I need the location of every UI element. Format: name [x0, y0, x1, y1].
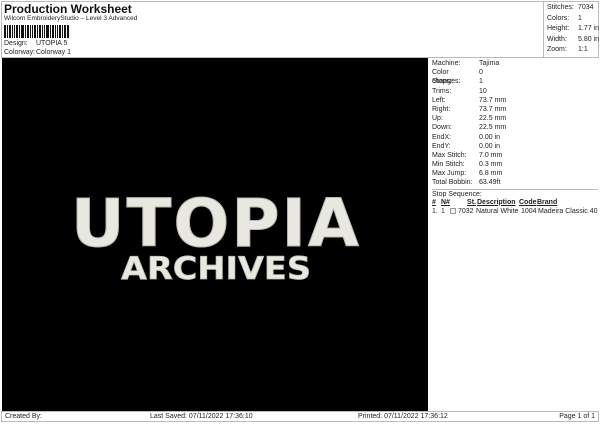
info-label: Down:	[432, 124, 452, 132]
info-label: EndY:	[432, 142, 451, 150]
software-subtitle: Wilcom EmbroideryStudio – Level 3 Advanc…	[4, 15, 138, 22]
page-number: Page 1 of 1	[559, 413, 595, 420]
info-value: 7.0 mm	[479, 151, 503, 159]
stat-label: Stitches:	[547, 4, 574, 11]
stat-value: 1	[578, 14, 582, 22]
info-value: 63.49ft	[479, 179, 501, 187]
info-row: Stops: 1	[432, 77, 598, 86]
embroidery-design: UTOPIA ARCHIVES	[71, 185, 360, 288]
design-label: Design:	[4, 40, 28, 47]
row-needle: 1	[441, 207, 445, 215]
footer: Created By: Last Saved: 07/11/2022 17:36…	[1, 411, 599, 422]
info-row: Total Bobbin: 63.49ft	[432, 178, 598, 187]
info-label: Right:	[432, 105, 451, 113]
stop-sequence-title: Stop Sequence:	[432, 188, 598, 198]
info-label: Color changes:	[432, 69, 461, 86]
info-row: EndX: 0.00 in	[432, 133, 598, 142]
info-value: 1	[479, 78, 483, 86]
last-saved: Last Saved: 07/11/2022 17:36:10	[150, 413, 253, 420]
info-label: Total Bobbin:	[432, 179, 473, 187]
machine-info-panel: Machine: Tajima Color changes: 0 Stops: 1 Trim…	[430, 58, 598, 216]
info-row: Min Stitch: 0.3 mm	[432, 160, 598, 169]
info-row: Max Stitch: 7.0 mm	[432, 151, 598, 160]
column-header: St.	[467, 198, 476, 206]
info-label: Stops:	[432, 78, 452, 86]
stat-label: Zoom:	[547, 46, 567, 53]
stat-value: 1:1	[578, 46, 588, 53]
info-value: Tajima	[479, 60, 500, 67]
info-value: 22.5 mm	[479, 115, 507, 123]
stop-sequence-row: 1. 1 7032 Natural White 1004 Madeira Classic …	[432, 207, 598, 216]
created-by: Created By:	[5, 413, 42, 420]
stat-value: 1.77 in	[577, 25, 600, 32]
info-row: Machine: Tajima	[432, 59, 598, 68]
stat-label: Height:	[547, 25, 570, 32]
info-value: 0.3 mm	[479, 161, 503, 169]
barcode	[4, 25, 76, 38]
info-row: Max Jump: 6.8 mm	[432, 169, 598, 178]
design-value: UTOPIA 5	[36, 40, 68, 47]
stat-stitches: Stitches: 7034	[547, 3, 599, 14]
column-header: Code	[519, 198, 537, 206]
info-value: 0	[479, 69, 483, 77]
colorway-value: Colorway 1	[36, 49, 72, 56]
stat-colors: Colors: 1	[547, 14, 599, 25]
column-header: Description	[477, 198, 516, 206]
colorway-label: Colorway:	[4, 49, 36, 56]
design-text-archives: ARCHIVES	[121, 251, 311, 287]
row-code: 1004	[521, 207, 537, 215]
info-row: Trims: 10	[432, 87, 598, 96]
info-label: Max Stitch:	[432, 151, 467, 159]
stat-zoom: Zoom: 1:1	[547, 45, 599, 56]
column-header: #	[432, 198, 436, 206]
info-row: Color changes: 0	[432, 68, 598, 86]
info-row: EndY: 0.00 in	[432, 142, 598, 151]
printed: Printed: 07/11/2022 17:36:12	[358, 413, 448, 420]
column-header: Brand	[537, 198, 558, 206]
info-row: Right: 73.7 mm	[432, 105, 598, 114]
stat-label: Width:	[547, 35, 567, 43]
info-row: Left: 73.7 mm	[432, 96, 598, 105]
stop-sequence-header: # N# St. Description Code Brand	[432, 198, 598, 207]
page-title: Production Worksheet	[4, 2, 132, 16]
stat-width: Width: 5.80 in	[547, 35, 599, 46]
info-label: Up:	[432, 115, 443, 123]
info-value: 0.00 in	[479, 142, 501, 150]
info-value: 73.7 mm	[479, 105, 507, 113]
column-header: N#	[441, 198, 450, 206]
info-value: 73.7 mm	[479, 96, 507, 104]
info-label: EndX:	[432, 133, 452, 141]
info-label: Machine:	[432, 60, 461, 67]
design-preview: UTOPIA ARCHIVES	[2, 58, 428, 411]
info-label: Trims:	[432, 87, 452, 95]
row-num: 1.	[432, 207, 438, 215]
info-label: Min Stitch:	[432, 161, 465, 169]
info-value: 0.00 in	[479, 133, 501, 141]
info-value: 22.5 mm	[479, 124, 507, 132]
info-value: 10	[479, 87, 487, 95]
info-label: Max Jump:	[432, 170, 467, 178]
stat-value: 7034	[578, 4, 594, 11]
stat-value: 5.80 in	[577, 35, 600, 43]
stats-panel: Stitches: 7034 Colors: 1 Height: 1.77 in Wi…	[543, 1, 599, 58]
info-row: Up: 22.5 mm	[432, 114, 598, 123]
stat-label: Colors:	[547, 14, 570, 22]
row-brand: Madeira Classic 40	[538, 207, 598, 215]
row-stitches: 7032	[458, 207, 474, 215]
row-description: Natural White	[476, 207, 519, 215]
info-value: 6.8 mm	[479, 170, 503, 178]
info-label: Left:	[432, 96, 446, 104]
info-row: Down: 22.5 mm	[432, 123, 598, 132]
stat-height: Height: 1.77 in	[547, 24, 599, 35]
color-swatch	[450, 208, 456, 215]
